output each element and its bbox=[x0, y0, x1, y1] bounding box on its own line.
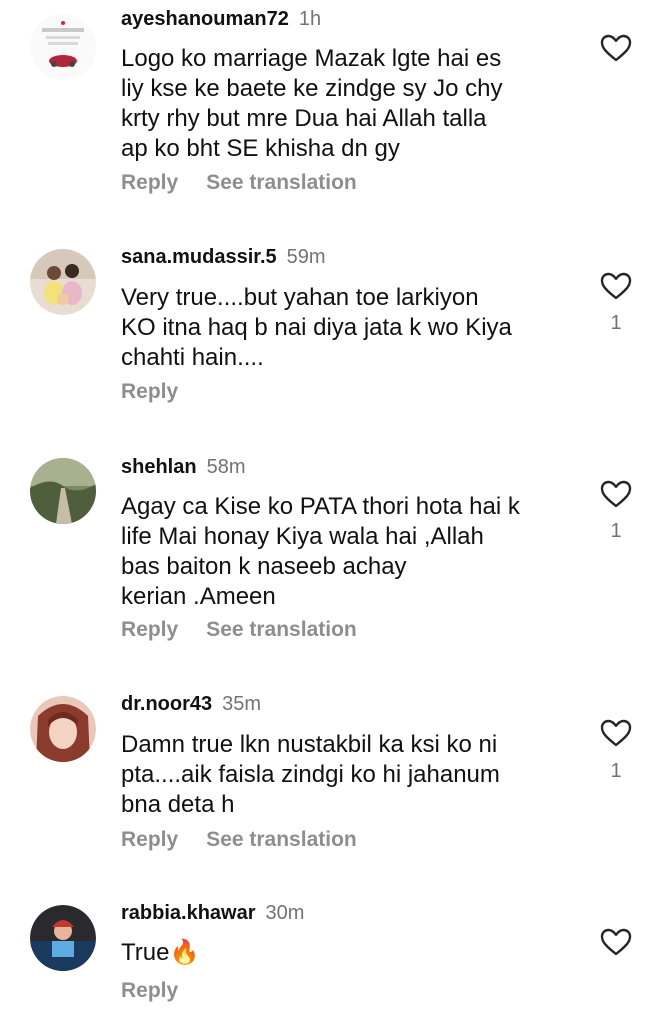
comment-username[interactable]: sana.mudassir.5 bbox=[121, 246, 277, 268]
comment-username[interactable]: dr.noor43 bbox=[121, 693, 212, 715]
comment-username[interactable]: ayeshanouman72 bbox=[121, 8, 289, 30]
comment-actions: Reply See translation bbox=[121, 828, 357, 852]
see-translation-button[interactable]: See translation bbox=[206, 828, 357, 851]
like-count[interactable]: 1 bbox=[606, 520, 626, 543]
comment-text: Agay ca Kise ko PATA thori hota hai k li… bbox=[121, 493, 520, 610]
heart-icon[interactable] bbox=[600, 927, 632, 957]
avatar[interactable] bbox=[30, 458, 96, 524]
comment-text: Logo ko marriage Mazak lgte hai es liy k… bbox=[121, 45, 503, 162]
comment-header: sana.mudassir.5 59m bbox=[121, 246, 326, 269]
reply-button[interactable]: Reply bbox=[121, 171, 178, 194]
comment-time: 58m bbox=[206, 456, 246, 478]
heart-icon[interactable] bbox=[600, 479, 632, 509]
comment-time: 35m bbox=[222, 693, 262, 715]
avatar[interactable] bbox=[30, 696, 96, 762]
like-count[interactable]: 1 bbox=[606, 760, 626, 783]
comment-time: 59m bbox=[286, 246, 326, 268]
avatar[interactable] bbox=[30, 249, 96, 315]
heart-icon[interactable] bbox=[600, 718, 632, 748]
comment-text: Very true....but yahan toe larkiyon KO i… bbox=[121, 284, 512, 371]
reply-button[interactable]: Reply bbox=[121, 828, 178, 851]
reply-button[interactable]: Reply bbox=[121, 618, 178, 641]
comment-actions: Reply See translation bbox=[121, 618, 357, 642]
see-translation-button[interactable]: See translation bbox=[206, 171, 357, 194]
comment-text: Damn true lkn nustakbil ka ksi ko ni pta… bbox=[121, 731, 500, 818]
avatar[interactable] bbox=[30, 905, 96, 971]
reply-button[interactable]: Reply bbox=[121, 979, 178, 1002]
heart-icon[interactable] bbox=[600, 271, 632, 301]
comment-actions: Reply See translation bbox=[121, 171, 357, 195]
reply-button[interactable]: Reply bbox=[121, 380, 178, 403]
comment-username[interactable]: shehlan bbox=[121, 456, 197, 478]
comment-header: shehlan 58m bbox=[121, 456, 245, 479]
heart-icon[interactable] bbox=[600, 33, 632, 63]
see-translation-button[interactable]: See translation bbox=[206, 618, 357, 641]
comment-actions: Reply bbox=[121, 380, 178, 404]
comment-time: 30m bbox=[265, 902, 305, 924]
comment-text: True🔥 bbox=[121, 939, 200, 966]
comment-username[interactable]: rabbia.khawar bbox=[121, 902, 256, 924]
like-count[interactable]: 1 bbox=[606, 312, 626, 335]
comment-header: rabbia.khawar 30m bbox=[121, 902, 304, 925]
comment-time: 1h bbox=[298, 8, 322, 30]
comment-actions: Reply bbox=[121, 979, 178, 1003]
avatar[interactable] bbox=[30, 14, 96, 80]
comment-header: dr.noor43 35m bbox=[121, 693, 261, 716]
comment-header: ayeshanouman72 1h bbox=[121, 8, 321, 31]
